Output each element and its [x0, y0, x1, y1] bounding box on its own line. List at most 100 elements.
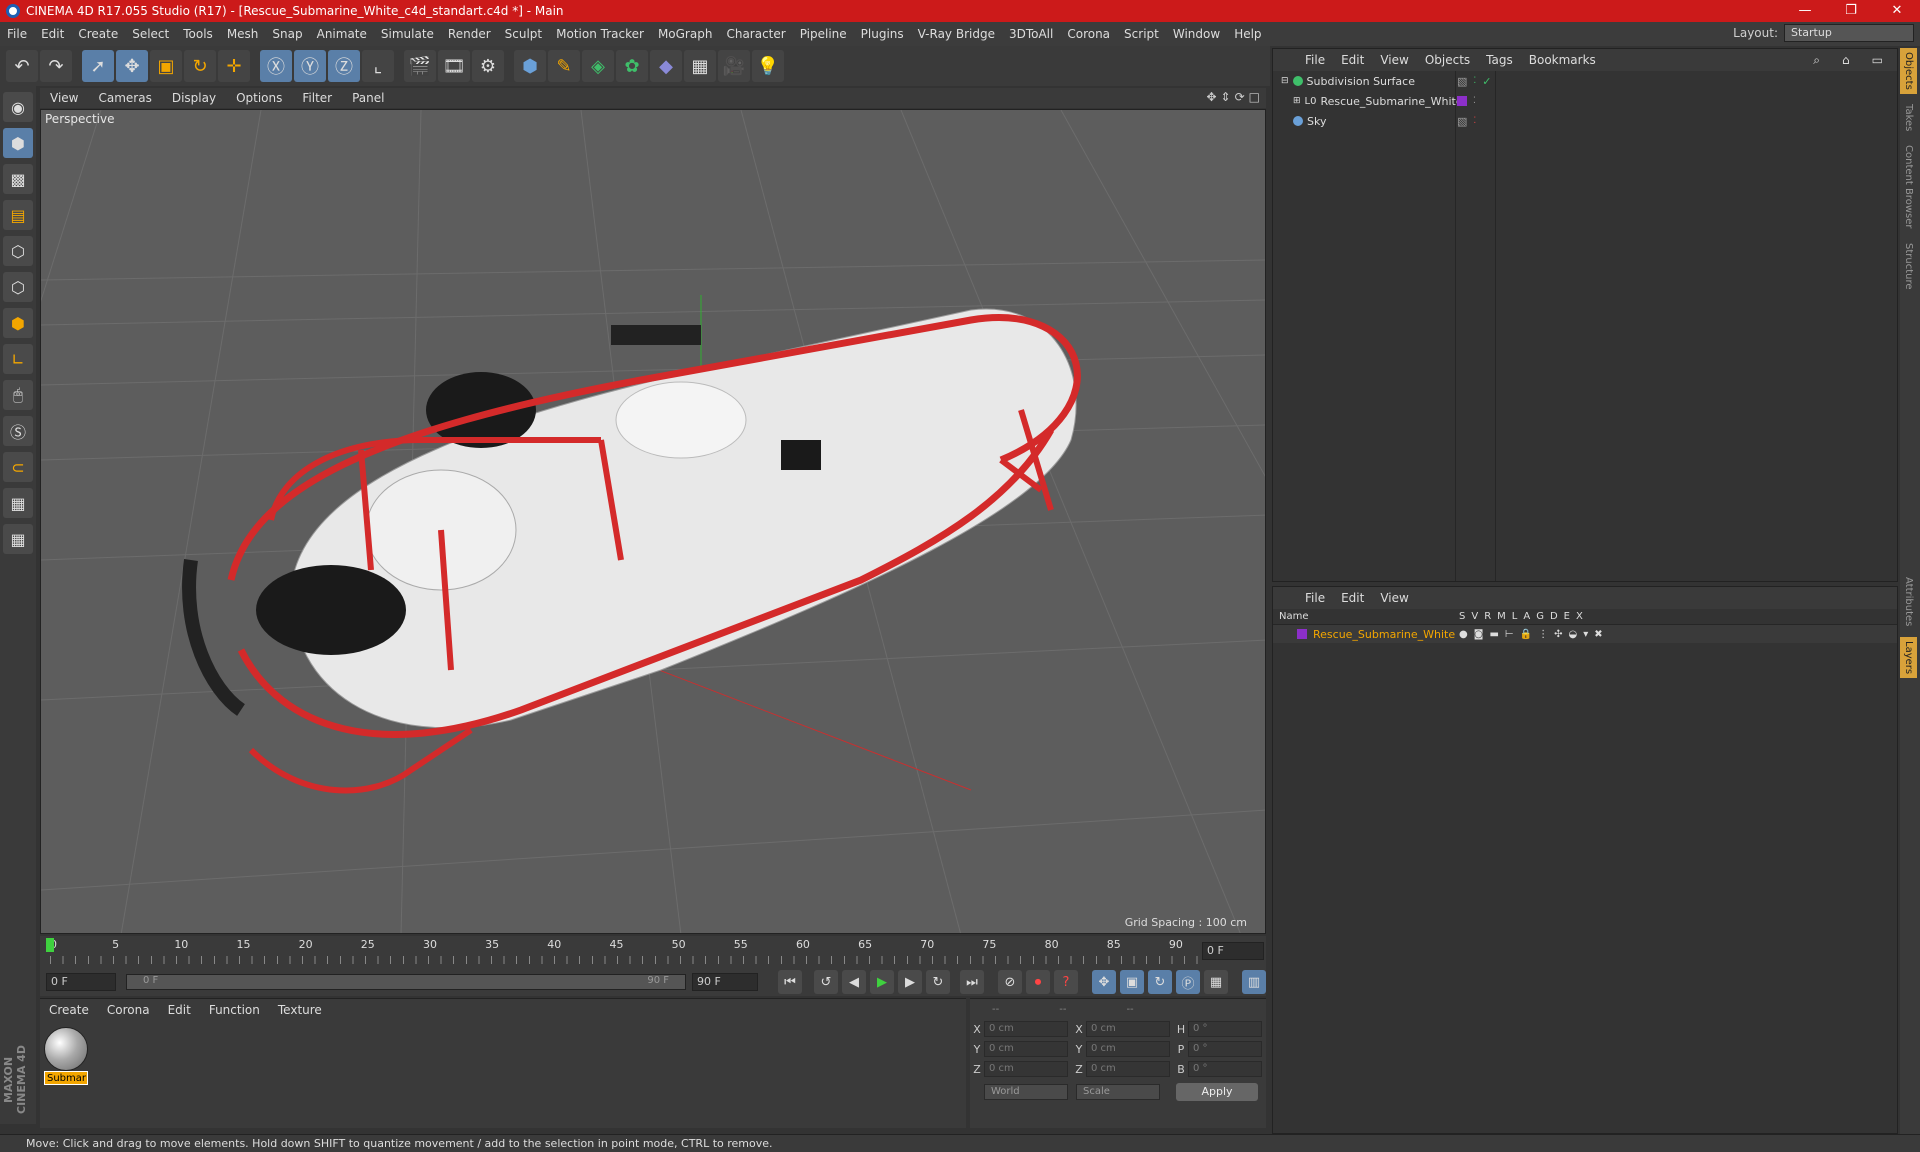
floor-icon[interactable]: ▦	[684, 50, 716, 82]
scale-icon[interactable]: ▣	[150, 50, 182, 82]
object-menu-edit[interactable]: Edit	[1333, 53, 1372, 67]
menu-snap[interactable]: Snap	[265, 22, 309, 46]
tab-content-browser[interactable]: Content Browser	[1900, 141, 1917, 232]
next-frame-icon[interactable]: ▶	[898, 970, 922, 994]
minimize-button[interactable]: —	[1782, 0, 1828, 22]
layer-menu-edit[interactable]: Edit	[1333, 591, 1372, 605]
visibility-dots-icon[interactable]: ⁚	[1473, 76, 1476, 86]
size-y-field[interactable]: 0 cm	[1086, 1041, 1170, 1057]
viewport-menu-filter[interactable]: Filter	[292, 91, 342, 105]
position-y-field[interactable]: 0 cm	[984, 1041, 1068, 1057]
camera-icon[interactable]: 🎥	[718, 50, 750, 82]
layer-menu-view[interactable]: View	[1372, 591, 1416, 605]
material-menu-texture[interactable]: Texture	[269, 1003, 331, 1017]
undo-icon[interactable]: ↶	[6, 50, 38, 82]
layer-menu-file[interactable]: File	[1297, 591, 1333, 605]
render-view-icon[interactable]: 🎬	[404, 50, 436, 82]
axis-mode-icon[interactable]: ∟	[3, 344, 33, 374]
rotate-icon[interactable]: ↻	[184, 50, 216, 82]
deformer-icon[interactable]: ◆	[650, 50, 682, 82]
go-to-end-icon[interactable]: ⏭	[960, 970, 984, 994]
menu-tools[interactable]: Tools	[176, 22, 220, 46]
collapse-icon[interactable]: ⊟	[1281, 76, 1289, 86]
menu-create[interactable]: Create	[71, 22, 125, 46]
layer-color-swatch[interactable]	[1457, 96, 1467, 106]
current-frame-field[interactable]: 0 F	[1202, 942, 1264, 960]
restore-button[interactable]: ❐	[1828, 0, 1874, 22]
render-picture-viewer-icon[interactable]: 🎞	[438, 50, 470, 82]
menu-select[interactable]: Select	[125, 22, 176, 46]
position-x-field[interactable]: 0 cm	[984, 1021, 1068, 1037]
edges-mode-icon[interactable]: ⬡	[3, 272, 33, 302]
end-frame-field[interactable]: 90 F	[692, 973, 758, 991]
menu-pipeline[interactable]: Pipeline	[793, 22, 854, 46]
expand-icon[interactable]: ⊞	[1293, 96, 1301, 106]
menu-corona[interactable]: Corona	[1060, 22, 1117, 46]
frame-range-slider[interactable]: 0 F 90 F	[126, 974, 686, 990]
object-search-icon[interactable]: ⌕	[1805, 53, 1828, 68]
make-editable-icon[interactable]: ◉	[3, 92, 33, 122]
menu-animate[interactable]: Animate	[310, 22, 374, 46]
menu-motion-tracker[interactable]: Motion Tracker	[549, 22, 651, 46]
coordinate-system-icon[interactable]: ⌞	[362, 50, 394, 82]
keyframe-selection-icon[interactable]: ?	[1054, 970, 1078, 994]
submarine-model[interactable]	[182, 308, 1081, 794]
coordinate-space-dropdown[interactable]: World	[984, 1084, 1068, 1100]
layer-expressions-icon[interactable]: ▾	[1583, 629, 1588, 640]
enabled-check-icon[interactable]: ✓	[1482, 75, 1491, 88]
model-mode-icon[interactable]: ⬢	[3, 128, 33, 158]
layer-animation-icon[interactable]: ⋮	[1538, 629, 1548, 640]
tab-attributes[interactable]: Attributes	[1900, 573, 1917, 630]
rotation-b-field[interactable]: 0 °	[1188, 1061, 1262, 1077]
size-x-field[interactable]: 0 cm	[1086, 1021, 1170, 1037]
viewport-menu-display[interactable]: Display	[162, 91, 226, 105]
object-new-view-icon[interactable]: ▭	[1864, 53, 1891, 68]
viewport-zoom-icon[interactable]: ⇕	[1221, 90, 1231, 104]
menu-mograph[interactable]: MoGraph	[651, 22, 720, 46]
cloner-icon[interactable]: ✿	[616, 50, 648, 82]
object-menu-file[interactable]: File	[1297, 53, 1333, 67]
planar-workplane-icon[interactable]: ▦	[3, 524, 33, 554]
position-z-field[interactable]: 0 cm	[984, 1061, 1068, 1077]
object-row-subdivision-surface[interactable]: ⊟ Subdivision Surface ▧ ⁚ ✓	[1273, 71, 1897, 91]
lock-workplane-icon[interactable]: ▦	[3, 488, 33, 518]
rotation-h-field[interactable]: 0 °	[1188, 1021, 1262, 1037]
layer-render-icon[interactable]: ▬	[1489, 629, 1498, 640]
visibility-dots-icon[interactable]: ⁚	[1473, 96, 1476, 106]
x-axis-lock-icon[interactable]: Ⓧ	[260, 50, 292, 82]
material-thumbnail[interactable]: Submari	[44, 1027, 88, 1087]
size-mode-dropdown[interactable]: Scale	[1076, 1084, 1160, 1100]
layer-deformers-icon[interactable]: ◒	[1568, 629, 1577, 640]
y-axis-lock-icon[interactable]: Ⓨ	[294, 50, 326, 82]
workplane-mode-icon[interactable]: ▤	[3, 200, 33, 230]
playhead-marker[interactable]	[46, 938, 54, 952]
object-menu-view[interactable]: View	[1372, 53, 1416, 67]
points-mode-icon[interactable]: ⬡	[3, 236, 33, 266]
menu-3dtoall[interactable]: 3DToAll	[1002, 22, 1060, 46]
layer-visible-icon[interactable]: ◙	[1474, 629, 1484, 640]
menu-script[interactable]: Script	[1117, 22, 1166, 46]
tweak-mode-icon[interactable]: 🖱	[3, 380, 33, 410]
tab-objects[interactable]: Objects	[1900, 48, 1917, 94]
timeline-ruler[interactable]: 051015202530354045505560657075808590 0 F	[40, 936, 1266, 968]
layer-lock-icon[interactable]: 🔒	[1520, 629, 1532, 640]
record-keys-icon[interactable]: ⊘	[998, 970, 1022, 994]
material-menu-corona[interactable]: Corona	[98, 1003, 159, 1017]
layer-xref-icon[interactable]: ✖	[1594, 629, 1602, 640]
next-key-icon[interactable]: ↻	[926, 970, 950, 994]
timeline-window-icon[interactable]: ▥	[1242, 970, 1266, 994]
menu-window[interactable]: Window	[1166, 22, 1227, 46]
menu-edit[interactable]: Edit	[34, 22, 71, 46]
layer-tag-icon[interactable]: ▧	[1457, 115, 1467, 128]
object-menu-tags[interactable]: Tags	[1478, 53, 1521, 67]
menu-vray-bridge[interactable]: V-Ray Bridge	[911, 22, 1002, 46]
move-icon[interactable]: ✥	[116, 50, 148, 82]
menu-sculpt[interactable]: Sculpt	[498, 22, 549, 46]
visibility-dots-icon[interactable]: ⁚	[1473, 116, 1476, 126]
menu-simulate[interactable]: Simulate	[374, 22, 441, 46]
viewport-menu-view[interactable]: View	[40, 91, 88, 105]
tab-layers[interactable]: Layers	[1900, 636, 1917, 678]
object-menu-objects[interactable]: Objects	[1417, 53, 1478, 67]
menu-help[interactable]: Help	[1227, 22, 1268, 46]
material-menu-create[interactable]: Create	[40, 1003, 98, 1017]
